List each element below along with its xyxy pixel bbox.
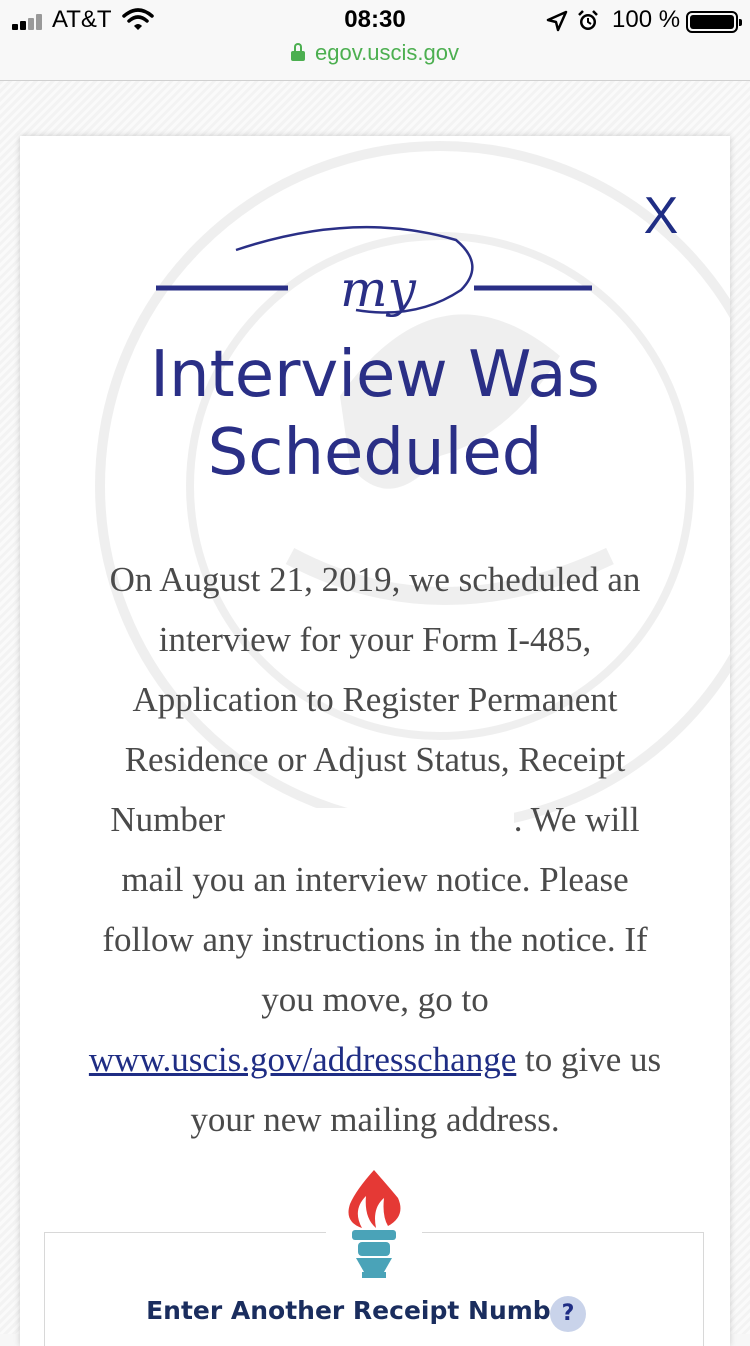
- torch-icon: [348, 1170, 401, 1278]
- address-change-link[interactable]: www.uscis.gov/addresschange: [89, 1040, 516, 1079]
- battery-percent: 100 %: [612, 6, 681, 33]
- torch-icon-wrapper: [326, 1166, 422, 1286]
- close-button[interactable]: X: [636, 186, 686, 246]
- my-uscis-logo: my: [156, 225, 592, 318]
- address-bar[interactable]: egov.uscis.gov: [0, 40, 750, 66]
- url-text: egov.uscis.gov: [315, 40, 459, 65]
- logo-my-text: my: [340, 260, 416, 318]
- alarm-icon: [578, 10, 598, 30]
- status-message: On August 21, 2019, we scheduled an inte…: [80, 550, 670, 1150]
- location-icon: [546, 10, 568, 32]
- help-icon[interactable]: ?: [550, 1296, 586, 1332]
- status-bar: AT&T 08:30 100 % egov.uscis.gov: [0, 0, 750, 81]
- redacted-receipt-number: [233, 807, 514, 838]
- enter-another-receipt-link[interactable]: Enter Another Receipt Number: [20, 1296, 580, 1325]
- lock-icon: [291, 43, 306, 61]
- message-part-1: On August 21, 2019, we scheduled an inte…: [109, 560, 641, 839]
- page-title: Interview Was Scheduled: [150, 338, 600, 490]
- status-card: X my Interview Was Scheduled On August 2…: [20, 136, 730, 1346]
- battery-icon: [686, 11, 742, 33]
